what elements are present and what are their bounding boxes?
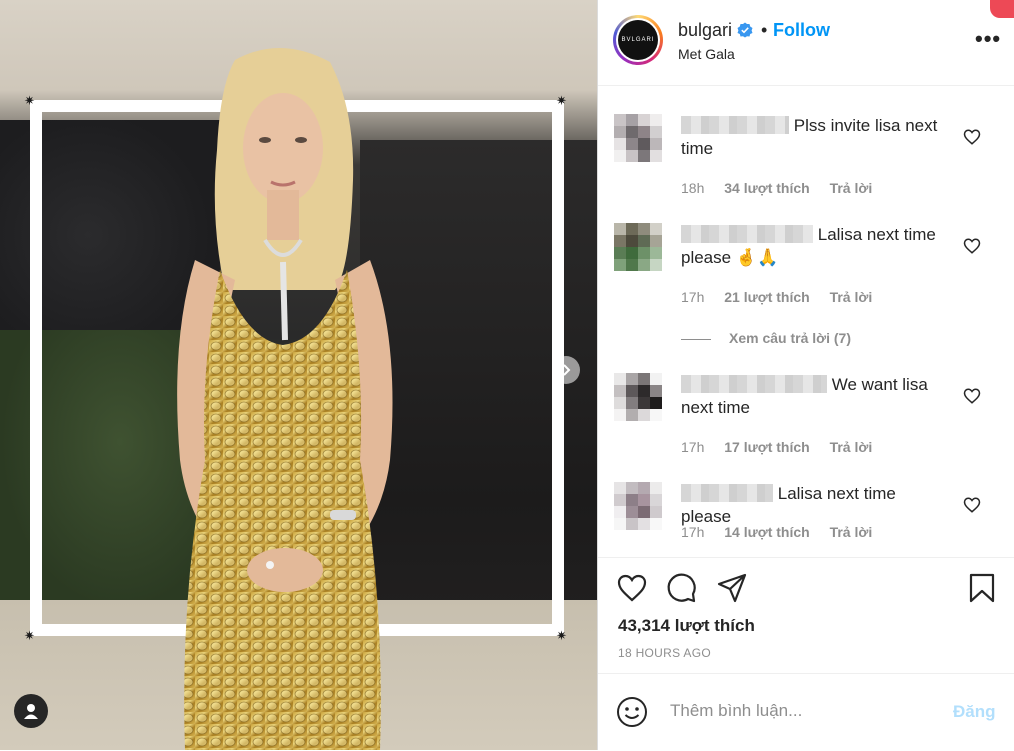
brand-logo: BVLGARI	[618, 20, 658, 60]
model-figure	[177, 47, 393, 750]
reply-button[interactable]: Trả lời	[830, 524, 873, 540]
blurred-username	[681, 375, 827, 393]
chevron-right-icon	[563, 364, 571, 376]
comment-meta: 17h 17 lượt thích Trả lời	[681, 439, 888, 455]
commenter-avatar[interactable]	[614, 482, 662, 530]
heart-icon[interactable]	[963, 237, 981, 255]
commenter-avatar[interactable]	[614, 114, 662, 162]
tagged-users-button[interactable]	[14, 694, 48, 728]
sparkle-icon: ✷	[556, 628, 567, 643]
emoji-icon[interactable]	[616, 696, 648, 728]
location-link[interactable]: Met Gala	[678, 46, 735, 62]
sparkle-icon: ✷	[24, 93, 35, 108]
commenter-avatar[interactable]	[614, 223, 662, 271]
reply-button[interactable]: Trả lời	[830, 289, 873, 305]
follow-button[interactable]: Follow	[773, 20, 830, 41]
reply-button[interactable]: Trả lời	[830, 180, 873, 196]
post-header: BVLGARI bulgari • Follow Met Gala •••	[598, 0, 1014, 86]
post-comment-button[interactable]: Đăng	[953, 702, 996, 722]
verified-badge-icon	[737, 22, 753, 38]
separator: •	[761, 20, 768, 40]
reply-button[interactable]: Trả lời	[830, 439, 873, 455]
comment-composer: Đăng	[598, 673, 1014, 751]
comment-text: We want lisa next time	[681, 375, 928, 417]
likes-count[interactable]: 43,314 lượt thích	[618, 616, 755, 636]
blurred-username	[681, 225, 813, 243]
comment-time: 17h	[681, 439, 705, 455]
post-details-panel: BVLGARI bulgari • Follow Met Gala ••• Pl…	[597, 0, 1014, 750]
bookmark-icon[interactable]	[966, 572, 998, 604]
comment-meta: 17h 21 lượt thích Trả lời	[681, 289, 888, 305]
more-options-icon[interactable]: •••	[975, 26, 1001, 52]
heart-icon[interactable]	[616, 572, 648, 604]
commenter-avatar[interactable]	[614, 373, 662, 421]
sparkle-icon: ✷	[556, 93, 567, 108]
blurred-username	[681, 116, 789, 134]
heart-icon[interactable]	[963, 128, 981, 146]
comment-text: Lalisa next time please 🤞🙏	[681, 225, 936, 267]
heart-icon[interactable]	[963, 496, 981, 514]
post-actions: 43,314 lượt thích 18 HOURS AGO	[598, 557, 1014, 673]
comment-meta: 18h 34 lượt thích Trả lời	[681, 180, 888, 196]
comment-time: 17h	[681, 289, 705, 305]
comment-meta: 17h 14 lượt thích Trả lời	[681, 524, 888, 540]
username-link[interactable]: bulgari	[678, 20, 732, 41]
post-photo[interactable]: ✷ ✷ ✷ ✷	[0, 0, 597, 750]
comment-text: Lalisa next time please	[681, 484, 896, 526]
comment-likes[interactable]: 34 lượt thích	[724, 180, 809, 196]
heart-icon[interactable]	[963, 387, 981, 405]
comment-time: 17h	[681, 524, 705, 540]
sparkle-icon: ✷	[24, 628, 35, 643]
comment-likes[interactable]: 14 lượt thích	[724, 524, 809, 540]
post-timestamp: 18 HOURS AGO	[618, 646, 711, 660]
blurred-username	[681, 484, 773, 502]
share-icon[interactable]	[716, 572, 748, 604]
comment-icon[interactable]	[666, 572, 698, 604]
view-replies-button[interactable]: Xem câu trả lời (7)	[681, 330, 851, 346]
user-icon	[24, 704, 38, 719]
comment-likes[interactable]: 17 lượt thích	[724, 439, 809, 455]
comment-likes[interactable]: 21 lượt thích	[724, 289, 809, 305]
avatar[interactable]: BVLGARI	[613, 15, 663, 65]
comments-list: Plss invite lisa next time 18h 34 lượt t…	[598, 86, 1014, 556]
comment-input[interactable]	[668, 700, 942, 722]
next-photo-button[interactable]	[552, 356, 580, 384]
comment-time: 18h	[681, 180, 705, 196]
comment-text: Plss invite lisa next time	[681, 116, 938, 158]
